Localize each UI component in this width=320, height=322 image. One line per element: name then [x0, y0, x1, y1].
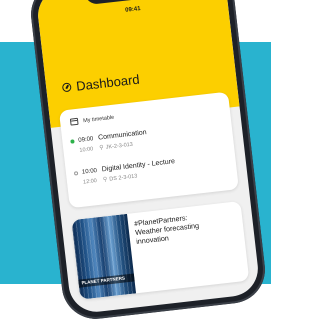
entry-start-time: 09:00 — [78, 135, 94, 144]
timetable-header: My timetable — [69, 114, 115, 126]
calendar-icon — [69, 117, 79, 126]
location-pin-icon: ⚲ — [102, 176, 108, 184]
location-pin-icon: ⚲ — [99, 145, 105, 152]
active-dot — [70, 138, 75, 144]
news-image: PLANET PARTNERS — [71, 213, 137, 300]
news-title: #PlanetPartners: Weather forecasting inn… — [134, 208, 238, 246]
timetable-card[interactable]: My timetable 09:00 Communication 10:00 ⚲… — [58, 91, 239, 209]
phone-frame: 09:41 Dashboard My timetable 09:00 Commu… — [27, 0, 269, 322]
entry-room: DS 2-3-013 — [109, 172, 138, 183]
entry-end-time: 12:00 — [82, 177, 98, 186]
entry-start-time: 10:00 — [81, 167, 98, 176]
dashboard-icon — [61, 82, 72, 93]
entry-end-time: 10:00 — [79, 145, 94, 154]
entry-room: JK-2-3-013 — [105, 141, 134, 151]
news-card[interactable]: PLANET PARTNERS #PlanetPartners: Weather… — [71, 200, 250, 300]
timetable-entry[interactable]: 10:00 Digital Identity - Lecture 12:00 ⚲… — [73, 152, 229, 186]
timetable-entry[interactable]: 09:00 Communication 10:00 ⚲ JK-2-3-013 — [70, 120, 225, 154]
phone-screen: 09:41 Dashboard My timetable 09:00 Commu… — [35, 0, 261, 315]
inactive-dot — [73, 170, 79, 176]
timetable-label: My timetable — [82, 114, 115, 124]
